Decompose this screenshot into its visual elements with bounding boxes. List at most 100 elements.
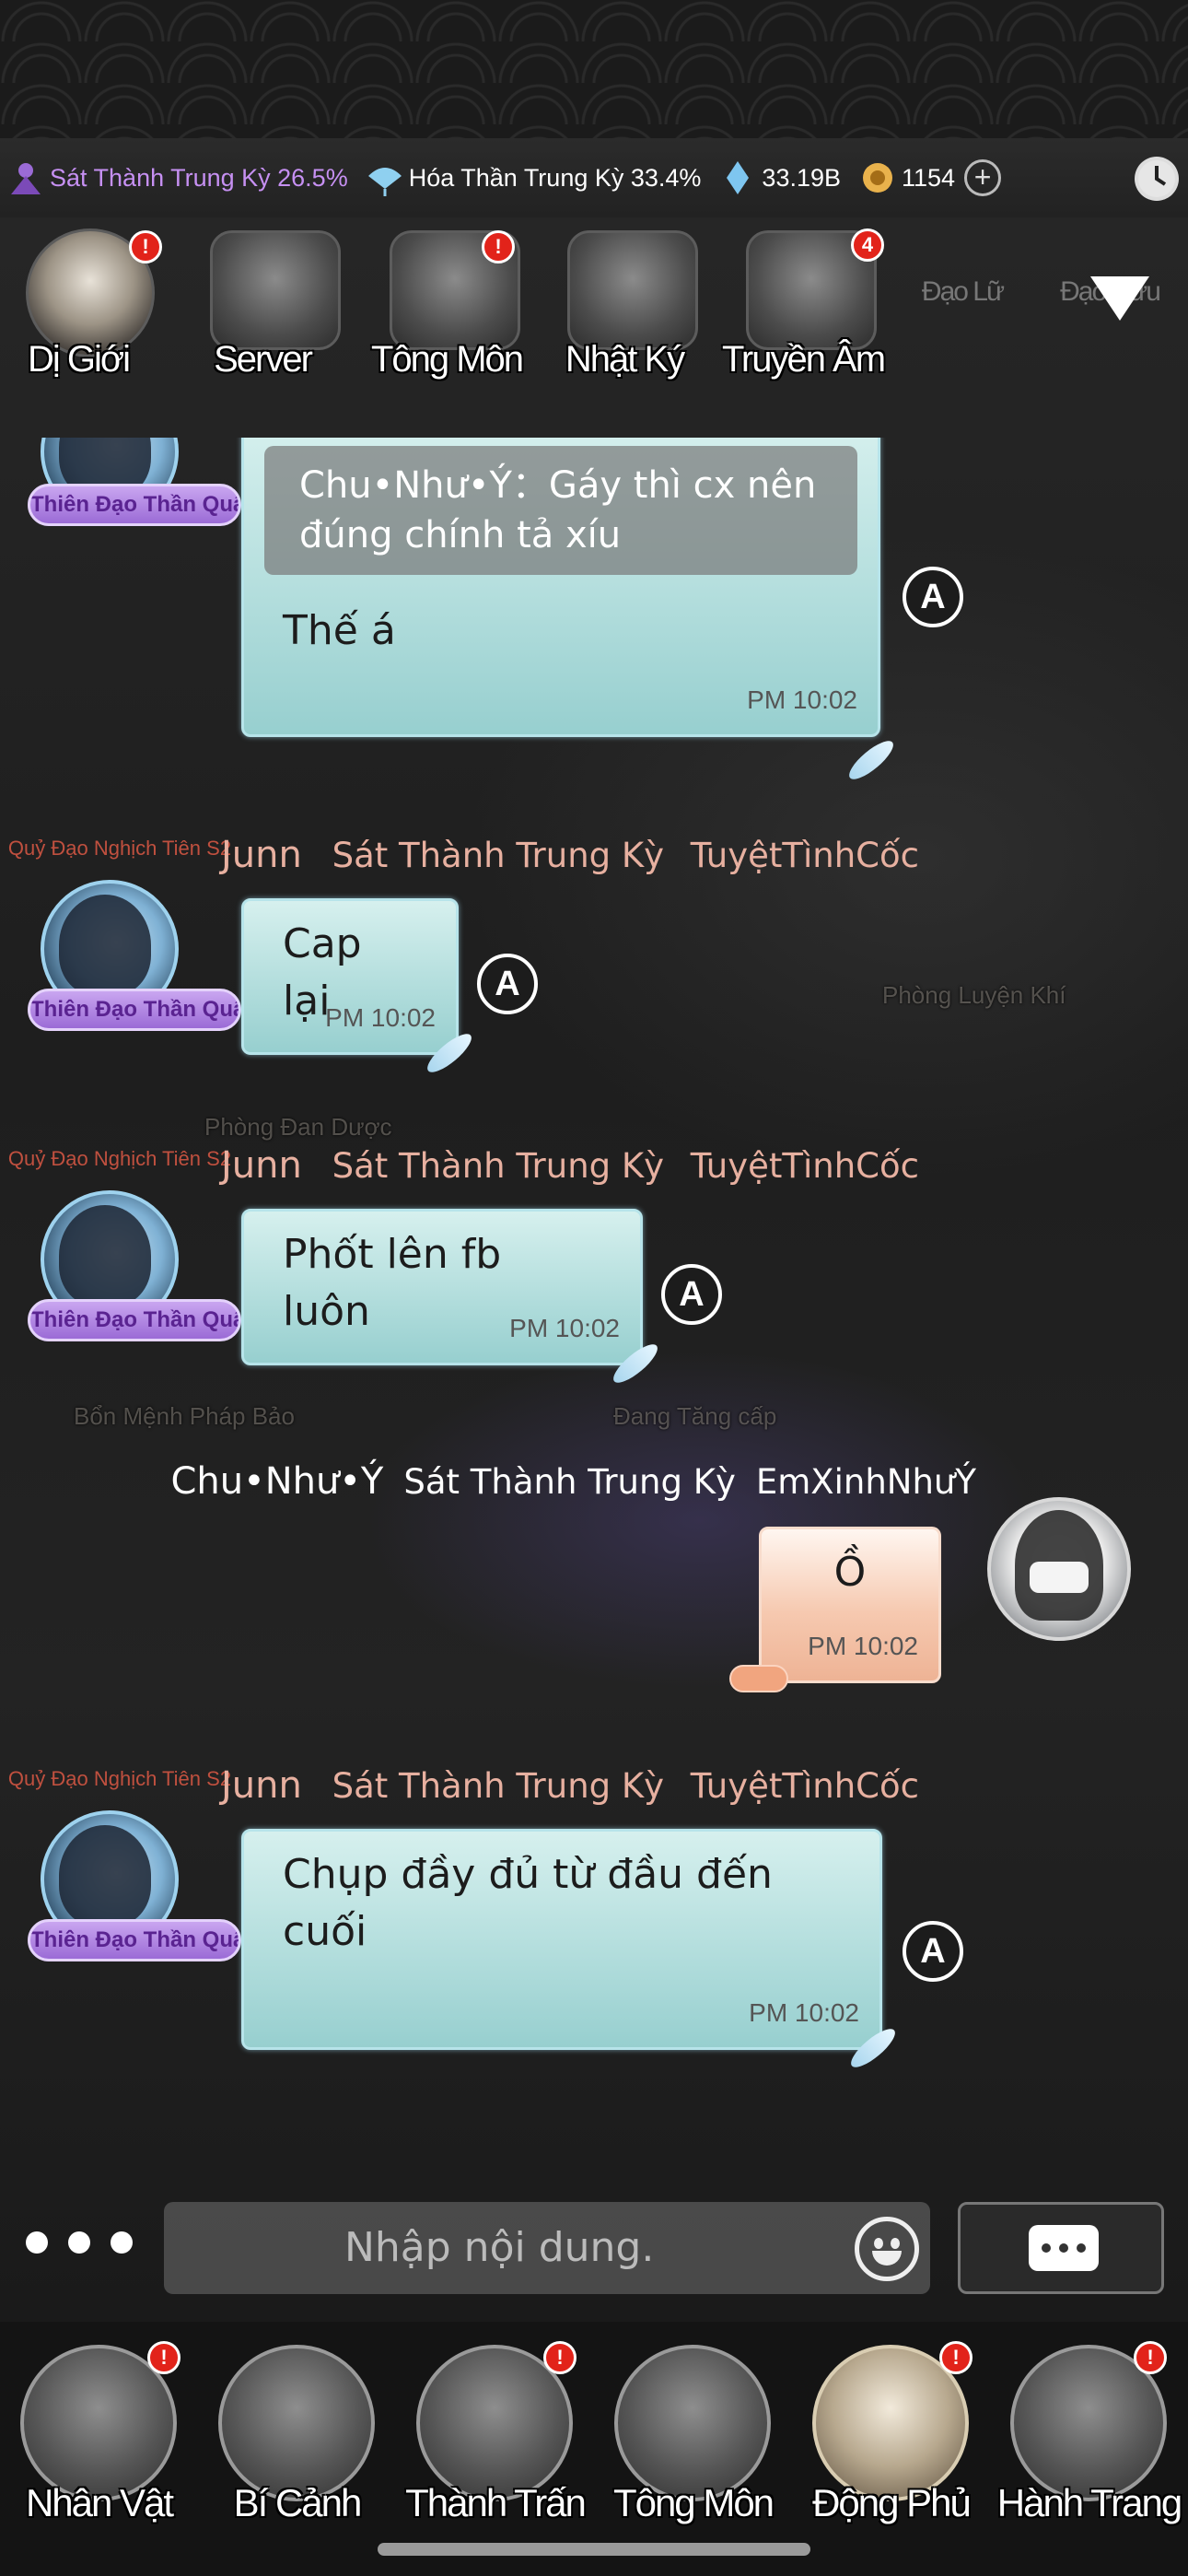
alert-badge: ! bbox=[1134, 2341, 1167, 2374]
crystal-icon bbox=[727, 161, 750, 194]
sender-realm: Sát Thành Trung Kỳ bbox=[332, 836, 665, 875]
sender-name[interactable]: Junn bbox=[221, 1764, 302, 1807]
alert-badge: ! bbox=[482, 230, 515, 263]
main-bottom-nav: ! Nhân Vật Bí Cảnh ! Thành Trấn Tông Môn… bbox=[0, 2341, 1188, 2557]
nav-hanh-trang[interactable]: ! Hành Trang bbox=[990, 2341, 1188, 2557]
sender-guild: EmXinhNhưÝ bbox=[755, 1462, 976, 1502]
sender-realm: Sát Thành Trung Kỳ bbox=[403, 1462, 736, 1502]
clock-icon[interactable] bbox=[1135, 157, 1179, 201]
alert-badge: ! bbox=[939, 2341, 973, 2374]
message-time: PM 10:02 bbox=[747, 685, 857, 714]
sender-name[interactable]: Junn bbox=[221, 834, 302, 876]
chat-channel-nav: ! Dị Giới Server ! Tông Môn Nhật Ký 4 Tr… bbox=[0, 221, 1188, 392]
mention-a-button[interactable]: A bbox=[661, 1264, 722, 1325]
avatar[interactable]: Thiên Đạo Thần Quân bbox=[28, 1190, 241, 1347]
crystal-counter: 33.19B bbox=[717, 158, 841, 198]
avatar[interactable] bbox=[987, 1497, 1144, 1654]
message-bubble[interactable]: Ồ PM 10:02 bbox=[759, 1527, 941, 1683]
tab-server[interactable]: Server bbox=[184, 230, 341, 387]
feather-icon bbox=[844, 735, 899, 785]
sender-info: Chu•Như•Ý Sát Thành Trung Kỳ EmXinhNhưÝ bbox=[170, 1460, 976, 1503]
title-badge: Thiên Đạo Thần Quân bbox=[28, 989, 241, 1031]
sender-name[interactable]: Chu•Như•Ý bbox=[170, 1460, 383, 1503]
avatar[interactable]: Thiên Đạo Thần Quân bbox=[28, 880, 241, 1036]
nav-tong-mon[interactable]: Tông Môn bbox=[594, 2345, 792, 2557]
title-badge: Thiên Đạo Thần Quân bbox=[28, 1299, 241, 1341]
message-time: PM 10:02 bbox=[749, 1998, 859, 2027]
rank-label: Quỷ Đạo Nghịch Tiên S2 bbox=[7, 1767, 232, 1790]
chat-message-list[interactable]: Thiên Đạo Thần Quân Chu•Như•Ý：Gáy thì cx… bbox=[0, 438, 1188, 2179]
title-badge: Thiên Đạo Thần Quân bbox=[28, 1919, 241, 1961]
tab-tong-mon[interactable]: ! Tông Môn bbox=[364, 230, 524, 387]
alert-badge: ! bbox=[129, 230, 162, 263]
coin-count: 1154 bbox=[902, 163, 956, 192]
nav-thanh-tran[interactable]: ! Thành Trấn bbox=[396, 2341, 594, 2557]
realm-progress-2-text: Hóa Thần Trung Kỳ 33.4% bbox=[408, 163, 702, 192]
sender-guild: TuyệtTìnhCốc bbox=[690, 1146, 919, 1186]
tab-label: Server bbox=[214, 339, 313, 380]
nav-nhan-vat[interactable]: ! Nhân Vật bbox=[0, 2341, 198, 2557]
message-text: Ồ bbox=[833, 1549, 867, 1596]
sender-guild: TuyệtTìnhCốc bbox=[690, 836, 919, 875]
coin-counter: 1154 + bbox=[857, 158, 1002, 198]
realm-progress-1: Sát Thành Trung Kỳ 26.5% bbox=[6, 158, 348, 198]
tab-label: Truyền Âm bbox=[721, 339, 886, 380]
sender-realm: Sát Thành Trung Kỳ bbox=[332, 1146, 665, 1186]
message-bubble[interactable]: Phốt lên fb luôn PM 10:02 bbox=[241, 1209, 643, 1365]
mention-a-button[interactable]: A bbox=[903, 1921, 963, 1982]
tab-label: Tông Môn bbox=[370, 339, 524, 380]
rank-label: Quỷ Đạo Nghịch Tiên S2 bbox=[7, 837, 232, 860]
quoted-message: Chu•Như•Ý：Gáy thì cx nên đúng chính tả x… bbox=[264, 446, 857, 575]
mention-a-button[interactable]: A bbox=[903, 567, 963, 627]
send-button[interactable] bbox=[958, 2202, 1164, 2294]
sender-name[interactable]: Junn bbox=[221, 1144, 302, 1187]
sender-info: Junn Sát Thành Trung Kỳ TuyệtTìnhCốc bbox=[221, 1144, 934, 1187]
message-input[interactable]: Nhập nội dung. bbox=[164, 2202, 930, 2294]
message-text: Thế á bbox=[283, 607, 396, 654]
tab-truyen-am[interactable]: 4 Truyền Âm bbox=[720, 228, 886, 387]
nav-bi-canh[interactable]: Bí Cảnh bbox=[198, 2345, 396, 2557]
home-indicator[interactable] bbox=[378, 2543, 810, 2556]
dragon-icon bbox=[614, 2345, 771, 2501]
avatar[interactable]: Thiên Đạo Thần Quân bbox=[28, 1810, 241, 1967]
message-bubble[interactable]: Chu•Như•Ý：Gáy thì cx nên đúng chính tả x… bbox=[241, 438, 880, 737]
cloud-icon bbox=[729, 1665, 788, 1692]
resource-status-bar: Sát Thành Trung Kỳ 26.5% Hóa Thần Trung … bbox=[0, 138, 1188, 217]
sender-info: Junn Sát Thành Trung Kỳ TuyệtTìnhCốc bbox=[221, 834, 934, 876]
top-pattern-background bbox=[0, 0, 1188, 138]
tab-dao-lu[interactable]: Đạo Lữ bbox=[884, 230, 1041, 387]
sender-info: Junn Sát Thành Trung Kỳ TuyệtTìnhCốc bbox=[221, 1764, 934, 1807]
server-icon bbox=[210, 230, 341, 350]
journal-icon bbox=[567, 230, 698, 350]
add-currency-button[interactable]: + bbox=[964, 159, 1002, 196]
tab-label: Nhật Ký bbox=[565, 339, 685, 380]
message-bubble[interactable]: Cap lại PM 10:02 bbox=[241, 898, 459, 1055]
message-time: PM 10:02 bbox=[808, 1632, 918, 1660]
realm-progress-1-text: Sát Thành Trung Kỳ 26.5% bbox=[50, 163, 348, 192]
more-options-icon[interactable] bbox=[26, 2231, 133, 2254]
message-text-line-1: Chụp đầy đủ từ đầu đến bbox=[283, 1851, 773, 1898]
sender-guild: TuyệtTìnhCốc bbox=[690, 1766, 919, 1806]
cultivator-icon bbox=[11, 163, 41, 194]
rank-label: Quỷ Đạo Nghịch Tiên S2 bbox=[7, 1147, 232, 1170]
swirl-icon bbox=[218, 2345, 375, 2501]
message-bubble[interactable]: Chụp đầy đủ từ đầu đến cuối PM 10:02 bbox=[241, 1829, 882, 2050]
nav-label: Tông Môn bbox=[612, 2481, 775, 2524]
nav-dong-phu[interactable]: ! Động Phủ bbox=[792, 2341, 990, 2557]
realm-progress-2: Hóa Thần Trung Kỳ 33.4% bbox=[365, 158, 702, 198]
emoji-icon[interactable] bbox=[855, 2217, 919, 2281]
message-time: PM 10:02 bbox=[509, 1314, 620, 1342]
expand-tabs-icon[interactable] bbox=[1090, 276, 1149, 321]
tab-label: Dị Giới bbox=[27, 339, 131, 380]
alert-badge: ! bbox=[543, 2341, 577, 2374]
avatar[interactable]: Thiên Đạo Thần Quân bbox=[28, 438, 241, 539]
message-time: PM 10:02 bbox=[325, 1003, 436, 1032]
tab-di-gioi[interactable]: ! Dị Giới bbox=[0, 228, 162, 387]
nav-label: Nhân Vật bbox=[25, 2481, 174, 2524]
mention-a-button[interactable]: A bbox=[477, 954, 538, 1014]
alert-badge: ! bbox=[147, 2341, 181, 2374]
message-text-line-2: cuối bbox=[283, 1908, 367, 1955]
nav-label: Động Phủ bbox=[812, 2481, 972, 2524]
tab-nhat-ky[interactable]: Nhật Ký bbox=[542, 230, 698, 387]
chat-input-bar: Nhập nội dung. bbox=[0, 2202, 1188, 2294]
